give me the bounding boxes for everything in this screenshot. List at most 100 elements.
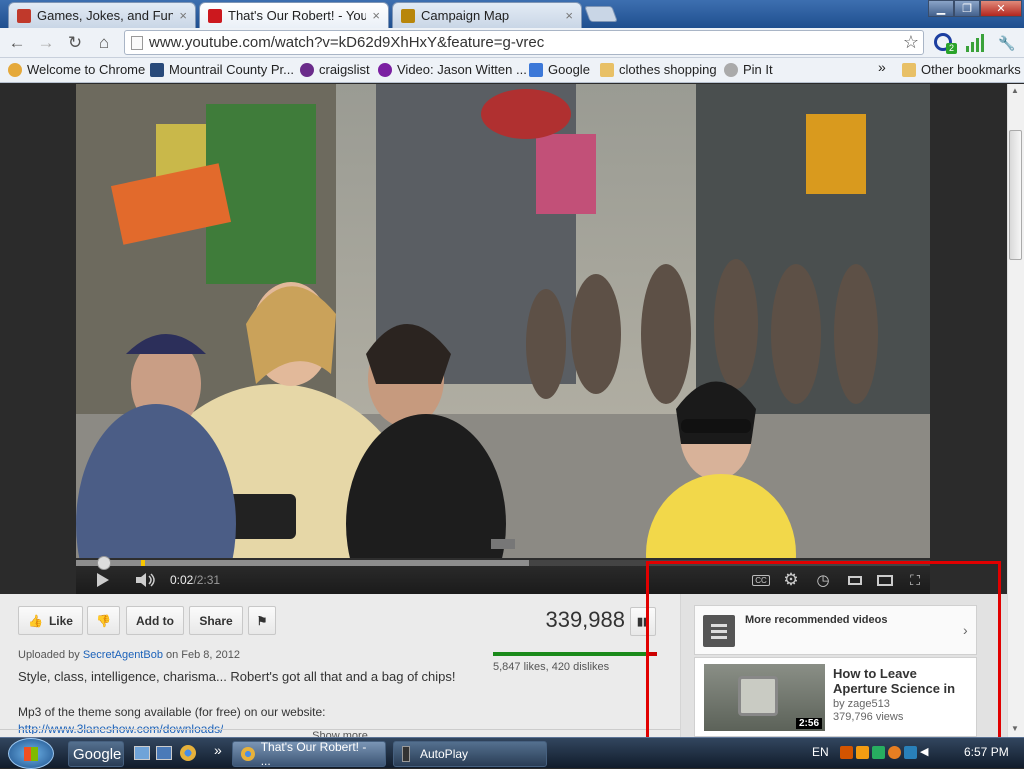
- play-icon: [97, 573, 109, 587]
- like-label: Like: [48, 613, 73, 628]
- bookmark-welcome-chrome[interactable]: Welcome to Chrome: [8, 62, 145, 77]
- view-count: 339,988: [545, 607, 625, 632]
- tab-close-icon[interactable]: ×: [565, 8, 573, 23]
- bookmark-google[interactable]: Google: [529, 62, 590, 77]
- taskbar-window-label: That's Our Robert! - ...: [260, 740, 367, 768]
- watch-later-button[interactable]: ◷: [814, 570, 832, 590]
- wrench-menu-icon[interactable]: 🔧: [996, 32, 1018, 54]
- fullscreen-icon: ⛶: [910, 571, 920, 588]
- scrollbar-thumb[interactable]: [1009, 130, 1022, 260]
- scroll-up-icon[interactable]: ▲: [1011, 86, 1019, 95]
- close-window-button[interactable]: ✕: [980, 0, 1022, 17]
- bookmark-star-icon[interactable]: ☆: [903, 32, 919, 53]
- signal-bars-icon[interactable]: [966, 34, 984, 52]
- home-button[interactable]: ⌂: [93, 32, 115, 54]
- like-button[interactable]: 👍 Like: [18, 606, 83, 635]
- recommended-video-views: 379,796 views: [833, 711, 904, 723]
- minimize-button[interactable]: ▁: [928, 0, 954, 17]
- stats-button[interactable]: ▮▮: [630, 607, 656, 636]
- taskbar-autoplay-window[interactable]: AutoPlay: [393, 741, 547, 767]
- bookmark-clothes-shopping[interactable]: clothes shopping: [600, 62, 717, 77]
- tab-title: That's Our Robert! - YouTu: [228, 8, 367, 23]
- scroll-down-icon[interactable]: ▼: [1011, 724, 1019, 733]
- taskbar-window-label: AutoPlay: [420, 747, 469, 761]
- address-bar-url: www.youtube.com/watch?v=kD62d9XhHxY&feat…: [149, 34, 545, 51]
- maximize-button[interactable]: ❐: [954, 0, 980, 17]
- tab-favicon-icon: [401, 8, 415, 23]
- description-line: Style, class, intelligence, charisma... …: [18, 669, 456, 684]
- browser-toolbar: ← → ↻ ⌂ www.youtube.com/watch?v=kD62d9Xh…: [0, 28, 1024, 58]
- small-player-button[interactable]: [846, 570, 864, 590]
- bookmark-label: Google: [548, 62, 590, 77]
- language-indicator[interactable]: EN: [812, 745, 829, 759]
- uploader-link[interactable]: SecretAgentBob: [83, 649, 163, 661]
- tab-close-icon[interactable]: ×: [179, 8, 187, 23]
- play-button[interactable]: [94, 570, 112, 590]
- chrome-quicklaunch-icon[interactable]: [180, 745, 196, 761]
- bookmarks-overflow-button[interactable]: »: [878, 59, 886, 75]
- network-icon[interactable]: [904, 746, 917, 759]
- captions-button[interactable]: CC: [752, 570, 770, 590]
- folder-icon: [600, 62, 614, 77]
- progress-bar[interactable]: [76, 556, 930, 570]
- yahoo-icon: [378, 62, 392, 77]
- address-bar[interactable]: www.youtube.com/watch?v=kD62d9XhHxY&feat…: [124, 30, 924, 55]
- dislike-button[interactable]: 👎: [87, 606, 120, 635]
- uploaded-by: Uploaded by SecretAgentBob on Feb 8, 201…: [18, 649, 240, 661]
- system-clock[interactable]: 6:57 PM: [964, 745, 1009, 759]
- show-desktop-icon[interactable]: [134, 746, 150, 760]
- player-controls: 0:02 / 2:31 CC ⚙ ◷ ⛶: [76, 556, 930, 594]
- volume-tray-icon[interactable]: ◀: [920, 746, 933, 759]
- more-recommended-videos[interactable]: More recommended videos ›: [694, 605, 977, 655]
- forward-button[interactable]: →: [35, 32, 57, 54]
- google-toolbar-button[interactable]: Google: [68, 741, 124, 767]
- bookmark-pin-it[interactable]: Pin It: [724, 62, 773, 77]
- volume-button[interactable]: [134, 570, 158, 590]
- new-tab-button[interactable]: [584, 6, 618, 22]
- likes-fill: [493, 652, 646, 656]
- quicklaunch-overflow-button[interactable]: »: [214, 742, 222, 758]
- bookmark-label: clothes shopping: [619, 62, 717, 77]
- back-button[interactable]: ←: [6, 32, 28, 54]
- tray-icon[interactable]: [840, 746, 853, 759]
- grid-icon: [150, 62, 164, 77]
- scrubber-handle[interactable]: [97, 556, 112, 570]
- tab-youtube[interactable]: That's Our Robert! - YouTu ×: [199, 2, 389, 28]
- settings-button[interactable]: ⚙: [782, 570, 800, 590]
- bookmark-craigslist[interactable]: craigslist: [300, 62, 370, 77]
- bookmark-label: Pin It: [743, 62, 773, 77]
- other-bookmarks[interactable]: Other bookmarks: [902, 62, 1021, 77]
- flag-button[interactable]: ⚑: [248, 606, 276, 635]
- fullscreen-button[interactable]: ⛶: [906, 570, 924, 590]
- start-button[interactable]: [8, 738, 54, 769]
- upload-date: on Feb 8, 2012: [162, 649, 241, 661]
- bookmark-jason-witten[interactable]: Video: Jason Witten ...: [378, 62, 527, 77]
- video-duration-badge: 2:56: [795, 718, 822, 729]
- tab-games-jokes[interactable]: Games, Jokes, and Fun! ×: [8, 2, 196, 28]
- share-button[interactable]: Share: [189, 606, 243, 635]
- system-tray: ◀: [840, 746, 933, 759]
- bookmark-label: Video: Jason Witten ...: [397, 62, 527, 77]
- tab-close-icon[interactable]: ×: [372, 8, 380, 23]
- add-to-button[interactable]: Add to: [126, 606, 184, 635]
- windows-taskbar: Google » That's Our Robert! - ... AutoPl…: [0, 737, 1024, 769]
- video-frame[interactable]: [76, 84, 930, 558]
- tray-icon[interactable]: [872, 746, 885, 759]
- taskbar-chrome-window[interactable]: That's Our Robert! - ...: [232, 740, 386, 768]
- bookmark-mountrail[interactable]: Mountrail County Pr...: [150, 62, 294, 77]
- google-icon: [529, 62, 543, 77]
- switch-windows-icon[interactable]: [156, 746, 172, 760]
- recommended-video-item[interactable]: 2:56 How to Leave Aperture Science in by…: [694, 657, 977, 737]
- large-player-button[interactable]: [876, 570, 894, 590]
- more-recommended-label: More recommended videos: [745, 614, 888, 626]
- tab-campaign-map[interactable]: Campaign Map ×: [392, 2, 582, 28]
- reload-button[interactable]: ↻: [64, 32, 86, 54]
- recommended-video-uploader: by zage513: [833, 698, 890, 710]
- thumbs-down-icon: 👎: [96, 613, 111, 628]
- tray-icon[interactable]: [856, 746, 869, 759]
- duration: 2:31: [196, 573, 221, 587]
- likes-count: 5,847 likes, 420 dislikes: [493, 661, 610, 673]
- tray-icon[interactable]: [888, 746, 901, 759]
- show-more-button[interactable]: Show more: [0, 729, 680, 737]
- large-player-icon: [877, 574, 893, 586]
